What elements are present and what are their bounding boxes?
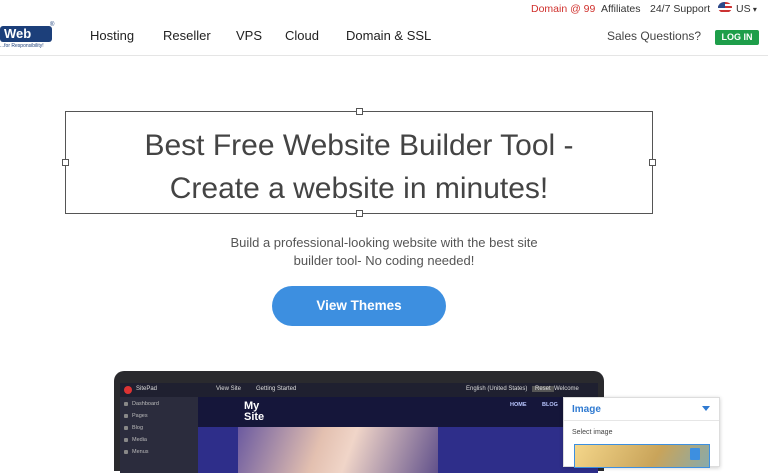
view-themes-button[interactable]: View Themes bbox=[272, 286, 446, 326]
resize-handle-top[interactable] bbox=[356, 108, 363, 115]
laptop-preview: SitePad View Site Getting Started Englis… bbox=[114, 371, 604, 473]
logo-wordmark: Web bbox=[0, 26, 52, 42]
editor-sidebar-item: Pages bbox=[124, 413, 148, 419]
editor-sidebar-item: Menus bbox=[124, 449, 149, 455]
editor-canvas: My Site HOME BLOG bbox=[198, 397, 598, 473]
login-button[interactable]: LOG IN bbox=[715, 30, 759, 45]
us-flag-icon[interactable] bbox=[718, 2, 732, 13]
editor-reset: Reset bbox=[532, 386, 554, 392]
top-utility-bar: Domain @ 99 Affiliates 24/7 Support US bbox=[0, 0, 768, 18]
panel-title: Image bbox=[572, 404, 601, 415]
chevron-down-icon[interactable] bbox=[702, 406, 710, 411]
trash-icon[interactable] bbox=[690, 448, 700, 460]
site-header: My Site HOME BLOG bbox=[198, 397, 598, 427]
editor-app-name: SitePad bbox=[136, 386, 158, 392]
nav-item-hosting[interactable]: Hosting bbox=[90, 28, 134, 43]
affiliates-link[interactable]: Affiliates bbox=[601, 3, 641, 15]
nav-item-reseller[interactable]: Reseller bbox=[163, 28, 211, 43]
nav-item-vps[interactable]: VPS bbox=[236, 28, 262, 43]
image-settings-panel: Image Select image bbox=[563, 397, 720, 468]
sales-questions-link[interactable]: Sales Questions? bbox=[607, 29, 701, 43]
language-selector[interactable]: US bbox=[736, 3, 757, 15]
editor-sidebar-item: Media bbox=[124, 437, 147, 443]
editor-sidebar-item: Dashboard bbox=[124, 401, 159, 407]
panel-divider bbox=[564, 420, 719, 421]
sitepad-logo-icon bbox=[124, 386, 132, 394]
domain-promo-link[interactable]: Domain @ 99 bbox=[531, 3, 595, 15]
site-link-home: HOME bbox=[510, 402, 527, 408]
nav-item-cloud[interactable]: Cloud bbox=[285, 28, 319, 43]
brand-logo[interactable]: Web ® ...for Responsibility! bbox=[0, 22, 55, 50]
editor-link-getting-started: Getting Started bbox=[256, 386, 297, 392]
logo-tagline: ...for Responsibility! bbox=[0, 43, 44, 49]
nav-item-domain-ssl[interactable]: Domain & SSL bbox=[346, 28, 431, 43]
site-link-blog: BLOG bbox=[542, 402, 558, 408]
select-image-label: Select image bbox=[572, 429, 613, 436]
site-title: My Site bbox=[244, 401, 264, 423]
hero-title-line-1: Best Free Website Builder Tool - bbox=[144, 129, 574, 162]
hero-title-frame: Best Free Website Builder Tool - Create … bbox=[62, 108, 656, 217]
editor-welcome: Welcome bbox=[554, 386, 579, 392]
main-navigation: Web ® ...for Responsibility! Hosting Res… bbox=[0, 18, 768, 56]
editor-sidebar: Dashboard Pages Blog Media Menus bbox=[120, 397, 198, 473]
hero-subtitle-line-1: Build a professional-looking website wit… bbox=[230, 235, 538, 250]
resize-handle-bottom[interactable] bbox=[356, 210, 363, 217]
site-hero-image bbox=[238, 427, 438, 473]
hero-subtitle: Build a professional-looking website wit… bbox=[170, 234, 598, 270]
hero-title: Best Free Website Builder Tool - Create … bbox=[66, 124, 652, 210]
logo-registered-mark: ® bbox=[50, 22, 55, 28]
editor-sidebar-item: Blog bbox=[123, 425, 144, 431]
hero-subtitle-line-2: builder tool- No coding needed! bbox=[293, 253, 475, 268]
editor-link-view-site: View Site bbox=[216, 386, 241, 392]
support-link[interactable]: 24/7 Support bbox=[650, 3, 710, 15]
site-title-line-2: Site bbox=[244, 411, 265, 423]
editor-topbar: SitePad View Site Getting Started Englis… bbox=[120, 383, 598, 397]
editor-language: English (United States) bbox=[466, 386, 528, 392]
hero-title-line-2: Create a website in minutes! bbox=[169, 172, 549, 205]
